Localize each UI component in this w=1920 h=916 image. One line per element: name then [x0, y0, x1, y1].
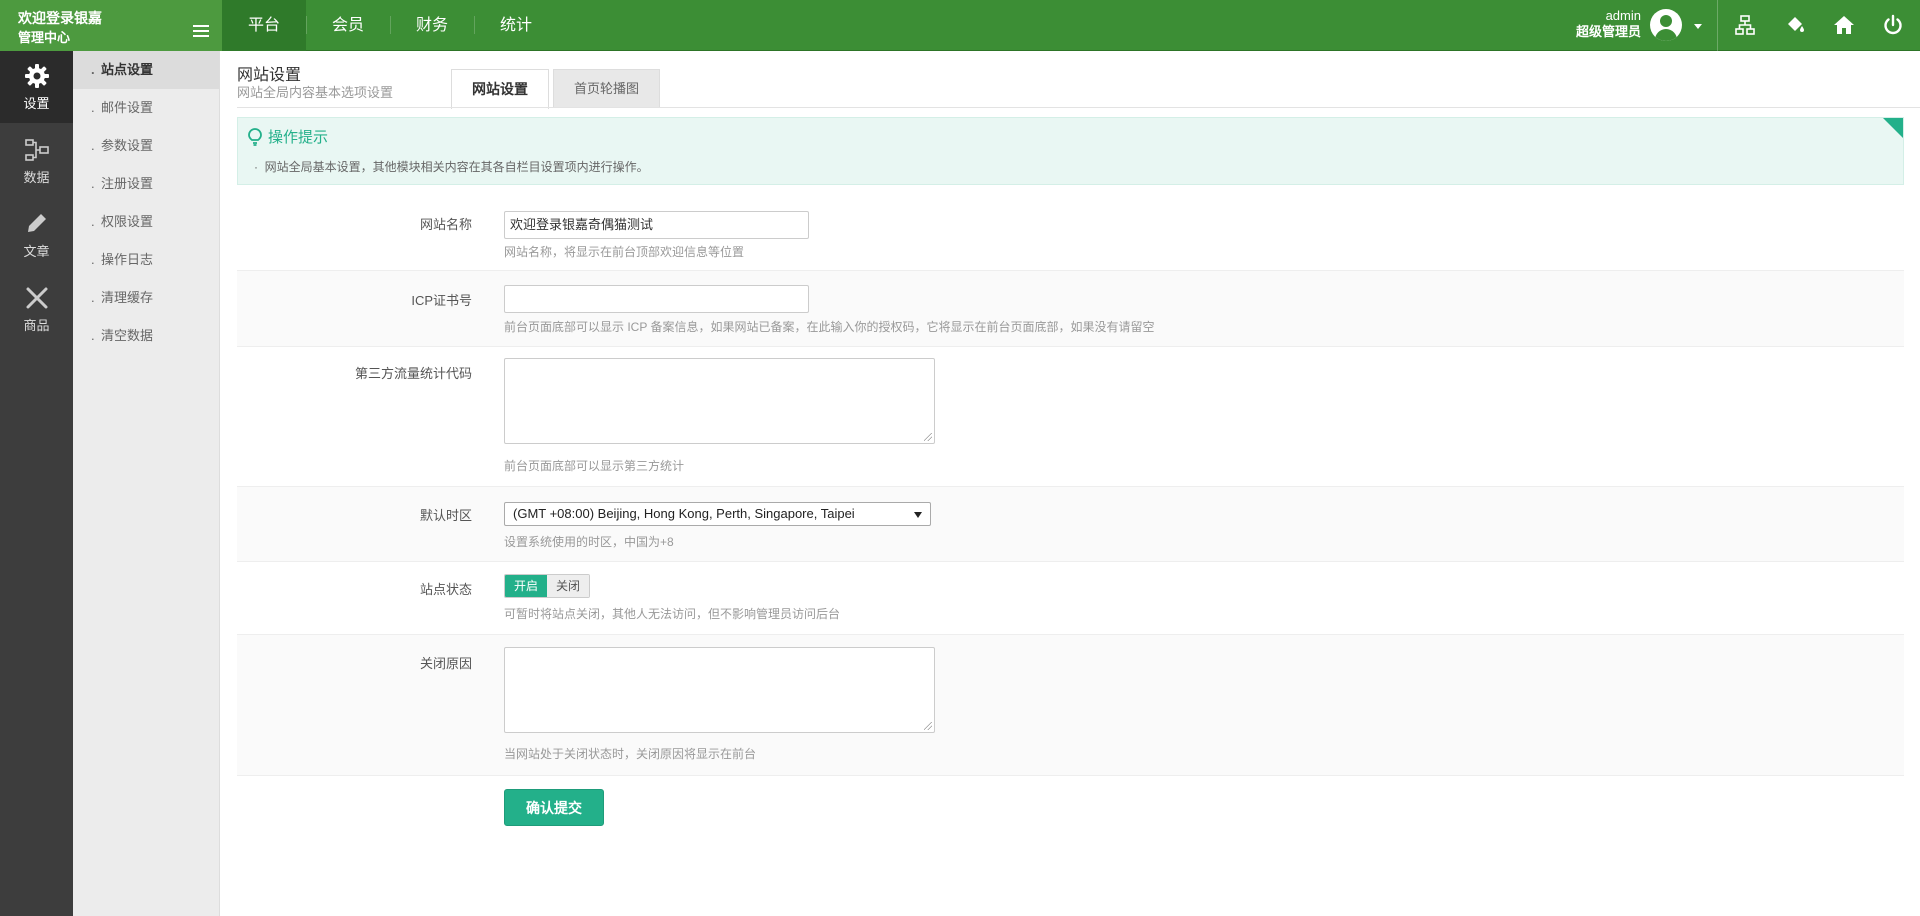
site-status-toggle: 开启 关闭: [504, 574, 591, 598]
main-content: 网站设置 网站全局内容基本选项设置 网站设置 首页轮播图 操作提示 · 网站全局…: [221, 51, 1920, 916]
sidebar-item-label: 文章: [23, 244, 50, 259]
status-on-button[interactable]: 开启: [505, 575, 548, 597]
form-row-close-reason: 关闭原因 当网站处于关闭状态时，关闭原因将显示在前台: [237, 635, 1904, 776]
site-status-hint: 可暂时将站点关闭，其他人无法访问，但不影响管理员访问后台: [504, 607, 841, 621]
user-info: admin 超级管理员: [1566, 8, 1641, 40]
sidebar-item-article[interactable]: 文章: [0, 199, 73, 271]
power-icon[interactable]: [1882, 14, 1904, 36]
sidebar-item-goods[interactable]: 商品: [0, 273, 73, 345]
sidebar-item-data[interactable]: 数据: [0, 125, 73, 197]
timezone-select[interactable]: (GMT +08:00) Beijing, Hong Kong, Perth, …: [504, 502, 931, 526]
tab-site-settings[interactable]: 网站设置: [451, 69, 549, 109]
collapse-corner-icon[interactable]: [1883, 118, 1903, 138]
nav-item-member[interactable]: 会员: [306, 0, 390, 51]
paint-bucket-icon[interactable]: [1784, 14, 1806, 36]
lightbulb-icon: [248, 128, 262, 146]
home-icon[interactable]: [1833, 14, 1855, 36]
submenu-item-cache[interactable]: . 清理缓存: [73, 279, 219, 317]
icp-label: ICP证书号: [411, 293, 472, 308]
tabs: 网站设置 首页轮播图: [451, 69, 664, 109]
close-reason-textarea[interactable]: [504, 647, 935, 733]
stats-code-hint: 前台页面底部可以显示第三方统计: [504, 459, 685, 473]
status-off-button[interactable]: 关闭: [547, 575, 590, 597]
site-name-label: 网站名称: [419, 217, 472, 232]
icon-sidebar: 设置 数据 文章 商品: [0, 51, 73, 916]
site-name-hint: 网站名称，将显示在前台顶部欢迎信息等位置: [504, 245, 745, 259]
timezone-hint: 设置系统使用的时区，中国为+8: [504, 535, 674, 549]
tools-icon: [26, 287, 48, 309]
sidebar-item-label: 设置: [23, 96, 50, 111]
tip-title: 操作提示: [268, 129, 329, 146]
user-name: admin: [1605, 8, 1641, 23]
nav-item-finance[interactable]: 财务: [390, 0, 474, 51]
submenu-item-register[interactable]: . 注册设置: [73, 165, 219, 203]
submenu-item-clear-data[interactable]: . 清空数据: [73, 317, 219, 355]
form-row-stats-code: 第三方流量统计代码 前台页面底部可以显示第三方统计: [237, 347, 1904, 487]
submenu-item-site[interactable]: . 站点设置: [73, 51, 219, 89]
submenu-item-log[interactable]: . 操作日志: [73, 241, 219, 279]
timezone-label: 默认时区: [419, 508, 472, 523]
tab-home-carousel[interactable]: 首页轮播图: [553, 69, 661, 107]
form-row-site-status: 站点状态 开启 关闭 可暂时将站点关闭，其他人无法访问，但不影响管理员访问后台: [237, 562, 1904, 635]
tip-box: 操作提示 · 网站全局基本设置，其他模块相关内容在其各自栏目设置项内进行操作。: [237, 117, 1904, 185]
gear-icon: [25, 64, 49, 88]
stats-code-textarea[interactable]: [504, 358, 935, 444]
avatar[interactable]: [1650, 9, 1682, 41]
form-row-site-name: 网站名称 欢迎登录银嘉奇偶猫测试 网站名称，将显示在前台顶部欢迎信息等位置: [237, 194, 1904, 271]
brand-line2: 管理中心: [18, 30, 71, 45]
tip-item: · 网站全局基本设置，其他模块相关内容在其各自栏目设置项内进行操作。: [254, 160, 649, 174]
submenu-item-mail[interactable]: . 邮件设置: [73, 89, 219, 127]
chevron-down-icon: [914, 512, 922, 518]
timezone-selected-value: (GMT +08:00) Beijing, Hong Kong, Perth, …: [513, 506, 855, 521]
sub-menu: . 站点设置 . 邮件设置 . 参数设置 . 注册设置 . 权限设置 . 操作日志 . 清理缓…: [73, 51, 220, 916]
close-reason-label: 关闭原因: [419, 656, 472, 671]
chevron-down-icon[interactable]: [1694, 24, 1702, 29]
sidebar-item-settings[interactable]: 设置: [0, 51, 73, 123]
sitemap-icon[interactable]: [1734, 14, 1756, 36]
divider: [237, 107, 1920, 108]
stats-code-label: 第三方流量统计代码: [354, 366, 472, 381]
submenu-item-permission[interactable]: . 权限设置: [73, 203, 219, 241]
icp-hint: 前台页面底部可以显示 ICP 备案信息，如果网站已备案，在此输入你的授权码，它将…: [504, 320, 1155, 334]
nav-item-platform[interactable]: 平台: [222, 0, 307, 51]
sidebar-item-label: 商品: [23, 318, 50, 333]
submenu-item-params[interactable]: . 参数设置: [73, 127, 219, 165]
menu-toggle-icon[interactable]: [193, 25, 209, 37]
form-row-timezone: 默认时区 (GMT +08:00) Beijing, Hong Kong, Pe…: [237, 487, 1904, 562]
divider: [1717, 0, 1718, 51]
submit-button[interactable]: 确认提交: [504, 789, 604, 826]
nav-item-stats[interactable]: 统计: [474, 0, 558, 51]
page-subtitle: 网站全局内容基本选项设置: [237, 85, 394, 100]
user-role: 超级管理员: [1575, 24, 1641, 39]
sidebar-item-label: 数据: [23, 170, 50, 185]
icp-input[interactable]: [504, 285, 809, 313]
pencil-icon: [28, 214, 46, 232]
top-bar: 欢迎登录银嘉 管理中心 平台 会员 财务 统计 admin 超级管理员: [0, 0, 1920, 51]
sitemap-icon: [25, 139, 49, 161]
close-reason-hint: 当网站处于关闭状态时，关闭原因将显示在前台: [504, 747, 757, 761]
form-row-icp: ICP证书号 前台页面底部可以显示 ICP 备案信息，如果网站已备案，在此输入你…: [237, 271, 1904, 347]
site-name-input[interactable]: 欢迎登录银嘉奇偶猫测试: [504, 211, 809, 239]
brand: 欢迎登录银嘉 管理中心: [0, 0, 222, 51]
site-status-label: 站点状态: [419, 582, 472, 597]
brand-line1: 欢迎登录银嘉: [18, 10, 102, 26]
top-nav: 平台 会员 财务 统计: [222, 0, 558, 51]
